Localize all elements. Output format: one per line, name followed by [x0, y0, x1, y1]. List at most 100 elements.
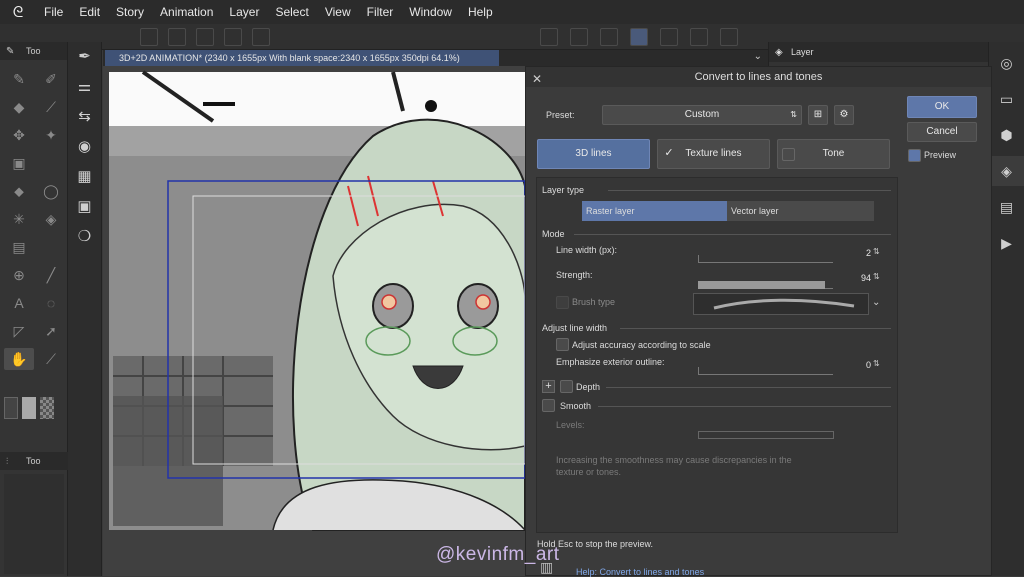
timeline-icon[interactable]: ▶	[989, 228, 1024, 258]
record-icon[interactable]: ◉	[68, 132, 101, 162]
save-icon[interactable]: ▦	[68, 162, 101, 192]
sub-tool-title: Too	[26, 46, 41, 56]
vector-layer-option[interactable]: Vector layer	[727, 201, 874, 221]
cancel-button[interactable]: Cancel	[907, 122, 977, 142]
edit-preset-icon[interactable]: ⚙	[834, 105, 854, 125]
command-button[interactable]	[570, 28, 588, 46]
lasso-tool-icon[interactable]: ◯	[36, 180, 66, 202]
frame-tool-icon[interactable]: ▣	[4, 152, 34, 174]
menu-file[interactable]: File	[36, 5, 71, 19]
line-width-value[interactable]: 2	[836, 248, 871, 258]
command-button[interactable]	[252, 28, 270, 46]
levels-slider[interactable]	[698, 431, 834, 439]
tab-tone[interactable]: Tone	[777, 139, 890, 169]
strength-value[interactable]: 94	[836, 273, 871, 283]
command-button[interactable]	[600, 28, 618, 46]
line-tool-icon[interactable]: ╱	[36, 264, 66, 286]
balloon-tool-icon[interactable]: ◌	[36, 292, 66, 314]
drops-icon[interactable]: ❍	[68, 222, 101, 252]
expand-plus-icon[interactable]: +	[542, 380, 555, 393]
far-right-toolbar: ◎ ▭ ⬢ ◈ ▤ ▶	[988, 42, 1024, 576]
brush-type-chevron-icon[interactable]: ⌄	[872, 297, 880, 308]
command-button[interactable]	[690, 28, 708, 46]
zoom-tool-icon[interactable]: ⊕	[4, 264, 34, 286]
menu-layer[interactable]: Layer	[221, 5, 267, 19]
smooth-checkbox[interactable]	[542, 399, 555, 412]
emphasize-slider[interactable]	[698, 367, 833, 375]
line-width-label: Line width (px):	[556, 245, 618, 255]
transparent-swatch[interactable]	[40, 397, 54, 419]
drop-tool-icon[interactable]: ⬥	[4, 180, 34, 202]
menu-window[interactable]: Window	[401, 5, 460, 19]
tab-texture-lines[interactable]: ✓ Texture lines	[657, 139, 770, 169]
adjust-icon[interactable]: ⚌	[68, 72, 101, 102]
canvas-area[interactable]	[103, 66, 525, 576]
line-width-spin-icon[interactable]: ⇅	[873, 247, 880, 256]
layers-icon[interactable]: ◈	[989, 156, 1024, 186]
pen-tool-icon[interactable]: ✎	[4, 68, 34, 90]
history-icon[interactable]: ▤	[989, 192, 1024, 222]
separator	[608, 190, 891, 191]
transform-icon[interactable]: ⇆	[68, 102, 101, 132]
color-wheel-area[interactable]	[4, 474, 64, 574]
command-button[interactable]	[224, 28, 242, 46]
menu-animation[interactable]: Animation	[152, 5, 221, 19]
frame-icon[interactable]: ▣	[68, 192, 101, 222]
navigator-icon[interactable]: ◎	[989, 48, 1024, 78]
pen-tool-icon[interactable]: ✒	[68, 42, 101, 72]
tone-checkbox[interactable]	[782, 148, 795, 161]
wand-tool-icon[interactable]: ✳	[4, 208, 34, 230]
ruler-tool-icon[interactable]: ◸	[4, 320, 34, 342]
brush-type-preview[interactable]	[693, 293, 869, 315]
strength-spin-icon[interactable]: ⇅	[873, 272, 880, 281]
adjust-accuracy-checkbox[interactable]	[556, 338, 569, 351]
tab-3d-lines[interactable]: 3D lines	[537, 139, 650, 169]
fill-tool-icon[interactable]: ◆	[4, 96, 34, 118]
close-icon[interactable]: ✕	[532, 69, 542, 89]
depth-checkbox[interactable]	[560, 380, 573, 393]
hand-tool-icon[interactable]: ✋	[4, 348, 34, 370]
layer-tool-icon[interactable]: ▤	[4, 236, 34, 258]
document-tab-bar: 3D+2D ANIMATION* (2340 x 1655px With bla…	[103, 50, 768, 66]
document-tab[interactable]: 3D+2D ANIMATION* (2340 x 1655px With bla…	[105, 50, 499, 66]
sparkle-tool-icon[interactable]: ✦	[36, 124, 66, 146]
brush-type-checkbox[interactable]	[556, 296, 569, 309]
color-panel-header: ⫶ Too	[0, 452, 68, 470]
move-tool-icon[interactable]: ✥	[4, 124, 34, 146]
emphasize-spin-icon[interactable]: ⇅	[873, 359, 880, 368]
layer-property-icon[interactable]: ⬢	[989, 120, 1024, 150]
menu-edit[interactable]: Edit	[71, 5, 108, 19]
sub-color-swatch[interactable]	[22, 397, 36, 419]
menu-view[interactable]: View	[317, 5, 359, 19]
smoothness-note: Increasing the smoothness may cause disc…	[556, 455, 792, 477]
brush-type-label: Brush type	[572, 297, 616, 307]
command-button[interactable]	[720, 28, 738, 46]
eyedropper-icon[interactable]: ⟋	[36, 96, 66, 118]
ok-button[interactable]: OK	[907, 96, 977, 118]
color-swatches	[4, 397, 54, 419]
emphasize-value[interactable]: 0	[836, 360, 871, 370]
menu-select[interactable]: Select	[267, 5, 316, 19]
dropper-tool-icon[interactable]: ⟋	[36, 348, 66, 370]
menu-help[interactable]: Help	[460, 5, 501, 19]
brush-tool-icon[interactable]: ✐	[36, 68, 66, 90]
line-width-slider[interactable]	[698, 255, 833, 263]
command-button[interactable]	[540, 28, 558, 46]
command-button-active[interactable]	[630, 28, 648, 46]
main-color-swatch[interactable]	[4, 397, 18, 419]
command-button[interactable]	[168, 28, 186, 46]
command-button[interactable]	[196, 28, 214, 46]
menu-story[interactable]: Story	[108, 5, 152, 19]
menu-filter[interactable]: Filter	[359, 5, 402, 19]
command-button[interactable]	[660, 28, 678, 46]
save-preset-icon[interactable]: ⊞	[808, 105, 828, 125]
command-button[interactable]	[140, 28, 158, 46]
preview-checkbox[interactable]	[908, 149, 921, 162]
preset-dropdown[interactable]: Custom ⇅	[602, 105, 802, 125]
tab-menu-chevron-icon[interactable]: ⌄	[754, 51, 762, 62]
sub-view-icon[interactable]: ▭	[989, 84, 1024, 114]
text-tool-icon[interactable]: A	[4, 292, 34, 314]
raster-layer-option[interactable]: Raster layer	[582, 201, 727, 221]
cursor-tool-icon[interactable]: ➚	[36, 320, 66, 342]
bucket-tool-icon[interactable]: ◈	[36, 208, 66, 230]
